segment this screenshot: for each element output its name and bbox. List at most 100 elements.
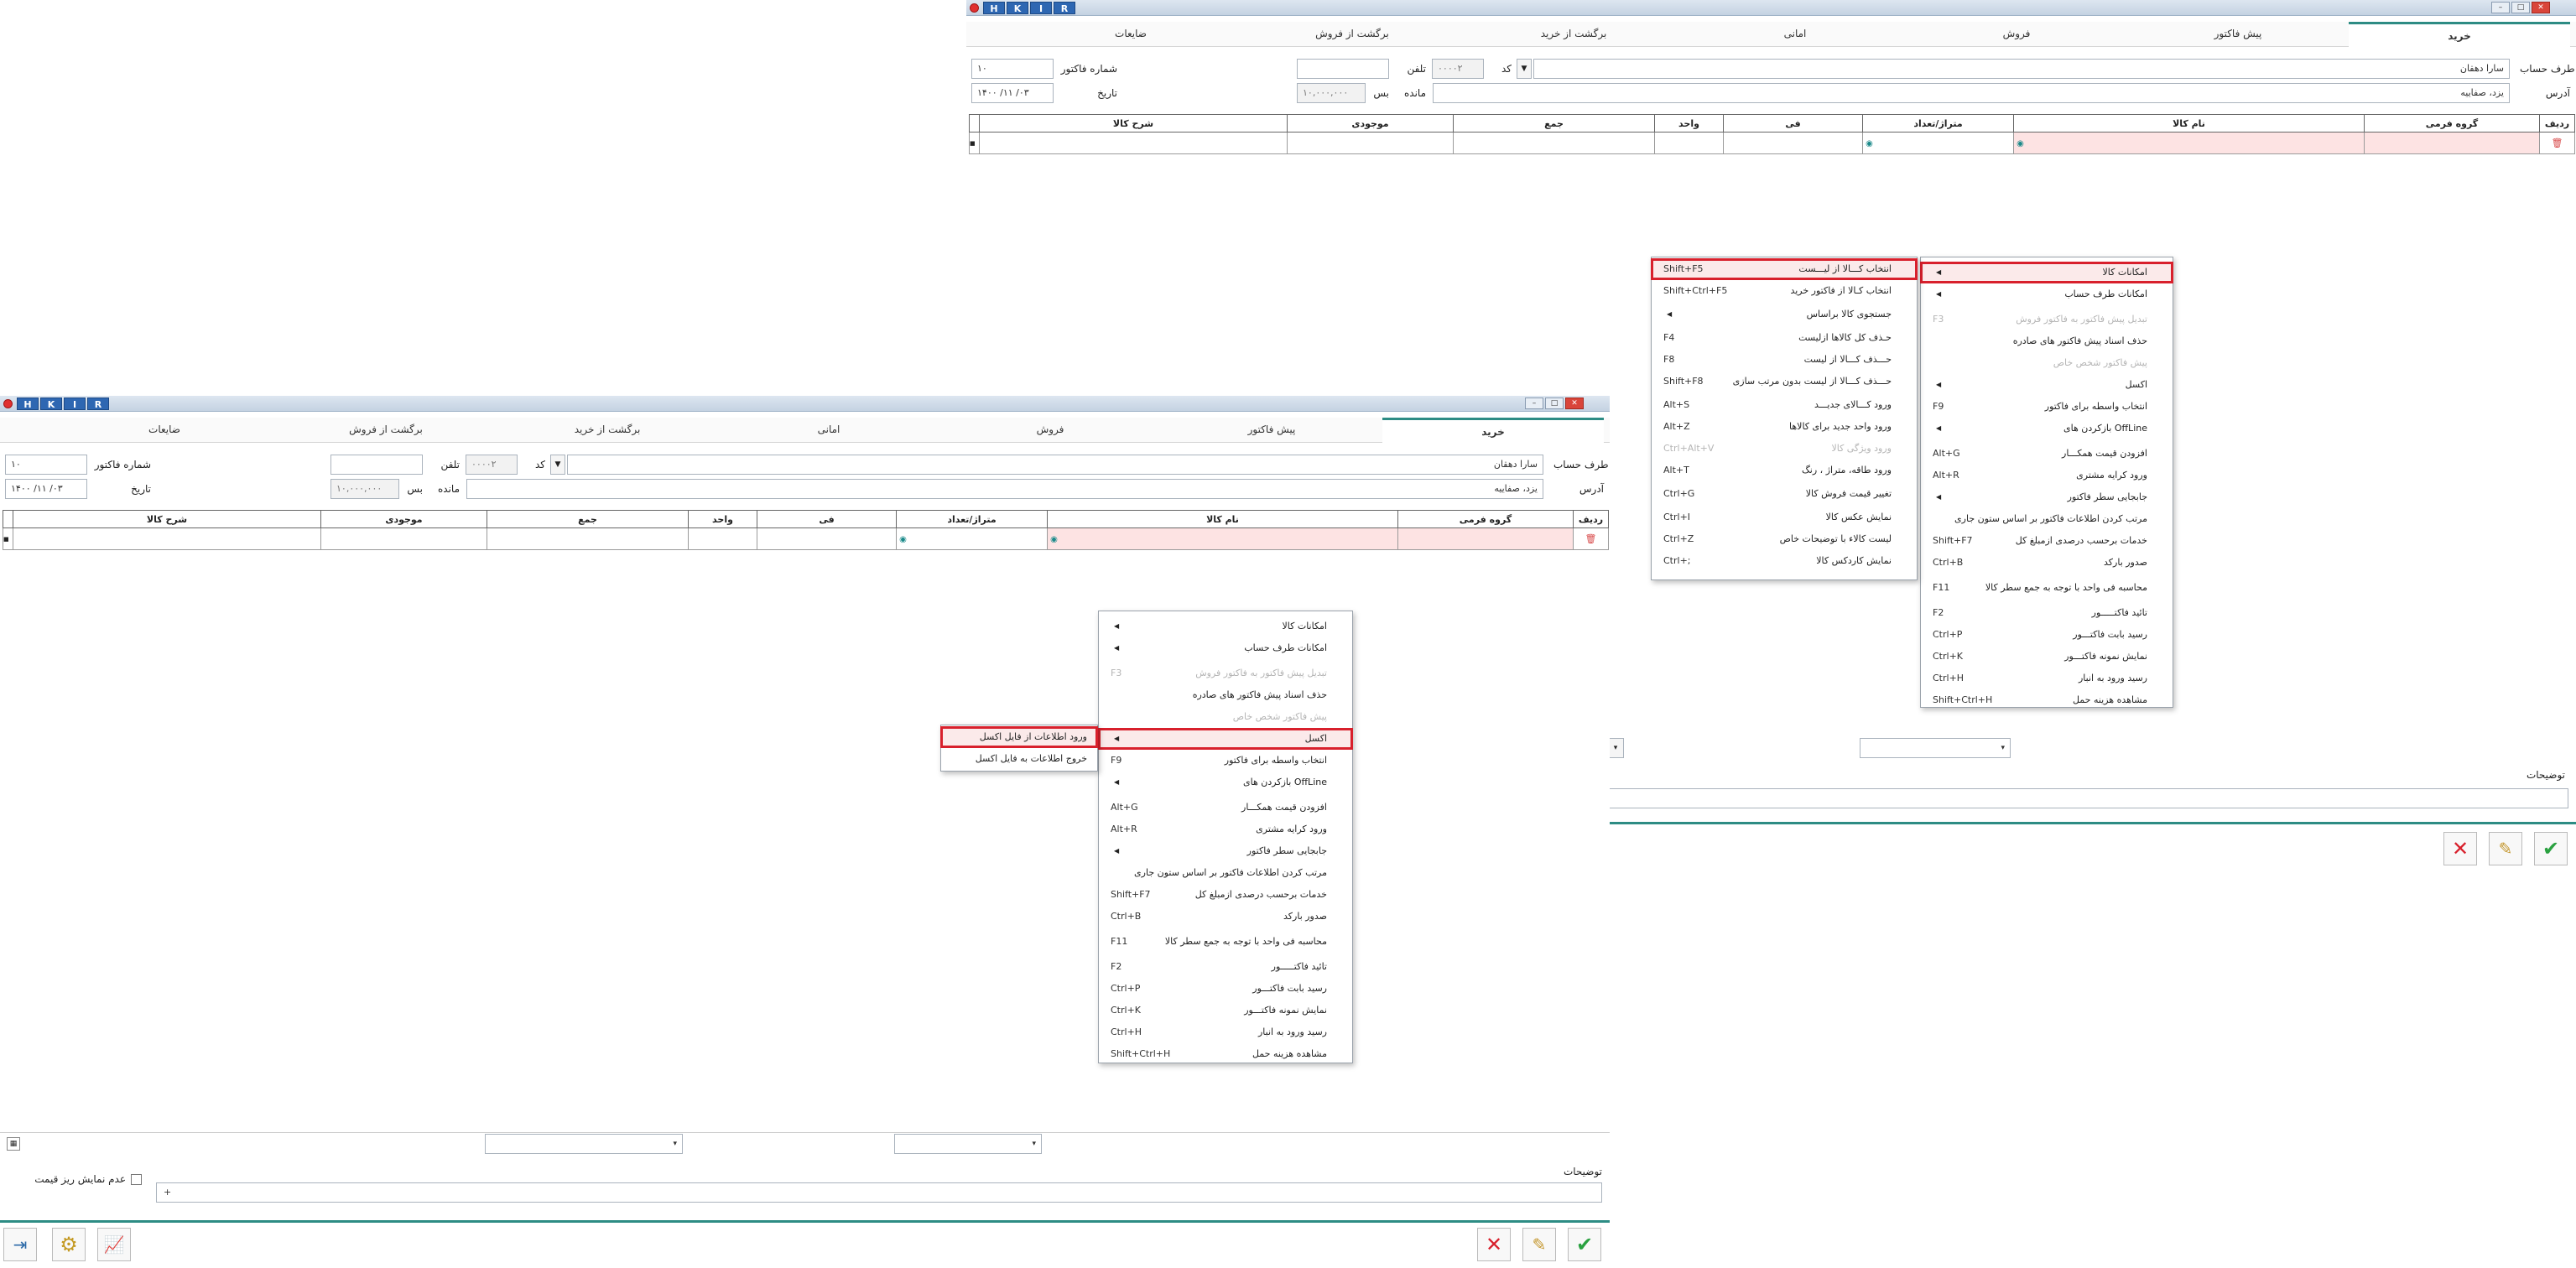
grid-cell[interactable] (1723, 132, 1863, 154)
code-input[interactable]: ۰۰۰۰۲ (1432, 59, 1484, 79)
grid-cell[interactable] (757, 527, 897, 550)
menu-item[interactable]: امکانات طرف حساب ◀ (1921, 284, 2173, 304)
menu-item[interactable]: بازکردن های OffLine ◀ (1921, 418, 2173, 439)
menu-item[interactable]: حذف اسناد پیش فاکتور های صادره (1099, 685, 1352, 705)
grid-cell[interactable] (2364, 132, 2540, 154)
invoice-no-input[interactable]: ۱۰ (5, 455, 87, 475)
tab-purchase[interactable]: خرید (1382, 418, 1604, 443)
menu-item[interactable]: امکانات طرف حساب ◀ (1099, 638, 1352, 658)
r-button[interactable]: R (87, 398, 109, 410)
grid-cell[interactable] (979, 132, 1288, 154)
grid-cell[interactable] (487, 527, 689, 550)
menu-item[interactable]: حـذف کل کالاها ازلیست F4 (1652, 328, 1917, 348)
tab-purchase[interactable]: خرید (2349, 22, 2570, 47)
i-button[interactable]: I (1030, 2, 1052, 14)
phone-input[interactable] (330, 455, 423, 475)
menu-item[interactable]: نمایش نمونه فاکتـــور Ctrl+K (1921, 647, 2173, 667)
footer-dropdown-b[interactable]: ▾ (894, 1134, 1042, 1154)
menu-item[interactable]: خروج اطلاعات به فایل اکسل (941, 749, 1097, 769)
menu-item[interactable]: مرتب کردن اطلاعات فاکتور بر اساس ستون جا… (1099, 863, 1352, 883)
chart-icon[interactable]: 📈 (97, 1228, 131, 1261)
date-input[interactable]: ۱۴۰۰ /۱۱ /۰۳ (5, 479, 87, 499)
eye-icon[interactable]: ◉ (1048, 535, 1058, 544)
menu-item[interactable]: تغییر قیمت فروش کالا Ctrl+G (1652, 484, 1917, 504)
menu-item[interactable]: مرتب کردن اطلاعات فاکتور بر اساس ستون جا… (1921, 509, 2173, 529)
eye-icon[interactable]: ◉ (2014, 139, 2024, 148)
footer-dropdown-a[interactable]: ▾ (485, 1134, 683, 1154)
menu-item[interactable]: اکسل ◀ (1921, 375, 2173, 395)
menu-item[interactable]: مشاهده هزینه حمل Shift+Ctrl+H (1921, 690, 2173, 710)
grid-settings-icon[interactable]: ▦ (7, 1137, 20, 1151)
tab-proforma[interactable]: پیش فاکتور (1161, 418, 1382, 443)
close-icon[interactable]: ✕ (1565, 398, 1584, 409)
tab-sales-return[interactable]: برگشت از فروش (275, 418, 497, 443)
close-dot-icon[interactable] (3, 399, 13, 408)
cancel-button[interactable]: ✕ (2443, 832, 2477, 865)
menu-item[interactable]: لیست کالاء با توضیحات خاص Ctrl+Z (1652, 529, 1917, 549)
menu-item[interactable]: جابجایی سطر فاکتور ◀ (1099, 841, 1352, 861)
phone-input[interactable] (1297, 59, 1389, 79)
tab-sales[interactable]: فروش (1906, 22, 2127, 47)
tab-proforma[interactable]: پیش فاکتور (2127, 22, 2349, 47)
h-button[interactable]: H (17, 398, 39, 410)
trash-icon[interactable]: 🗑 (1573, 527, 1609, 550)
menu-item[interactable]: انتخاب واسطه برای فاکتور F9 (1921, 397, 2173, 417)
trash-icon[interactable]: 🗑 (2539, 132, 2575, 154)
hide-price-checkbox[interactable] (131, 1174, 142, 1185)
k-button[interactable]: K (1007, 2, 1028, 14)
grid-col-total[interactable]: جمع (1453, 114, 1655, 133)
menu-item[interactable]: محاسبه فی واحد با توجه به جمع سطر کالا F1… (1099, 932, 1352, 952)
menu-item[interactable]: ورود طاقه، متراژ ، رنگ Alt+T (1652, 460, 1917, 481)
gear-icon[interactable]: ⚙ (52, 1228, 86, 1261)
tab-sales[interactable]: فروش (939, 418, 1161, 443)
grid-cell[interactable] (1287, 132, 1454, 154)
menu-item[interactable]: تائید فاکتـــــور F2 (1099, 957, 1352, 977)
minimize-icon[interactable]: – (2491, 2, 2510, 13)
menu-item[interactable]: انتخاب کـــالا از لیـــست Shift+F5 (1651, 258, 1918, 280)
close-icon[interactable]: ✕ (2532, 2, 2550, 13)
i-button[interactable]: I (64, 398, 86, 410)
menu-item[interactable]: نمایش کاردکس کالا Ctrl+; (1652, 551, 1917, 571)
minimize-icon[interactable]: – (1525, 398, 1543, 409)
menu-item[interactable]: صدور بارکد Ctrl+B (1099, 907, 1352, 927)
maximize-icon[interactable]: □ (1545, 398, 1564, 409)
eye-icon[interactable]: ◉ (1863, 139, 1873, 148)
grid-col-unit[interactable]: واحد (1654, 114, 1724, 133)
grid-col-group[interactable]: گروه فرمی (1397, 510, 1574, 528)
menu-item[interactable]: حـــذف کـــالا از لیست F8 (1652, 350, 1917, 370)
menu-item[interactable]: رسید ورود به انبار Ctrl+H (1099, 1022, 1352, 1042)
confirm-button[interactable]: ✔ (2534, 832, 2568, 865)
tab-waste[interactable]: ضایعات (54, 418, 275, 443)
address-input[interactable]: یزد، صفاییه (1433, 83, 2510, 103)
account-dropdown-icon[interactable]: ▼ (550, 455, 565, 475)
confirm-button[interactable]: ✔ (1568, 1228, 1601, 1261)
grid-cell[interactable]: ◉ (1047, 527, 1398, 550)
footer-dropdown-icon[interactable]: ▾ (1607, 738, 1624, 758)
menu-item[interactable]: حـــذف کـــالا از لیست بدون مرتب سازی Shi… (1652, 372, 1917, 392)
menu-item[interactable]: ورود واحد جدید برای کالاها Alt+Z (1652, 417, 1917, 437)
menu-item[interactable]: خدمات برحسب درصدی ازمبلغ کل Shift+F7 (1921, 531, 2173, 551)
tab-sales-return[interactable]: برگشت از فروش (1241, 22, 1463, 47)
table-row[interactable]: ■ ◉ ◉ 🗑 (3, 527, 1609, 550)
menu-item[interactable]: بازکردن های OffLine ◀ (1099, 772, 1352, 792)
menu-item[interactable]: تائید فاکتـــــور F2 (1921, 603, 2173, 623)
menu-item[interactable]: مشاهده هزینه حمل Shift+Ctrl+H (1099, 1044, 1352, 1064)
menu-item[interactable]: محاسبه فی واحد با توجه به جمع سطر کالا F1… (1921, 578, 2173, 598)
tab-purchase-return[interactable]: برگشت از خرید (1463, 22, 1684, 47)
description-input[interactable]: + (156, 1182, 1602, 1203)
exit-icon[interactable]: ⇥ (3, 1228, 37, 1261)
maximize-icon[interactable]: □ (2511, 2, 2530, 13)
h-button[interactable]: H (983, 2, 1005, 14)
eye-icon[interactable]: ◉ (897, 535, 907, 544)
menu-item[interactable]: صدور بارکد Ctrl+B (1921, 553, 2173, 573)
grid-col-stock[interactable]: موجودی (320, 510, 487, 528)
menu-item[interactable]: ورود کرایه مشتری Alt+R (1921, 465, 2173, 486)
menu-item[interactable]: نمایش نمونه فاکتـــور Ctrl+K (1099, 1000, 1352, 1021)
menu-item[interactable]: نمایش عکس کالا Ctrl+I (1652, 507, 1917, 527)
footer-dropdown[interactable]: ▾ (1860, 738, 2011, 758)
grid-cell[interactable]: ◉ (2013, 132, 2365, 154)
grid-col-price[interactable]: فی (1723, 114, 1863, 133)
menu-item[interactable]: افزودن قیمت همکـــار Alt+G (1921, 444, 2173, 464)
menu-item[interactable]: رسید ورود به انبار Ctrl+H (1921, 668, 2173, 689)
tab-consignment[interactable]: امانی (718, 418, 939, 443)
